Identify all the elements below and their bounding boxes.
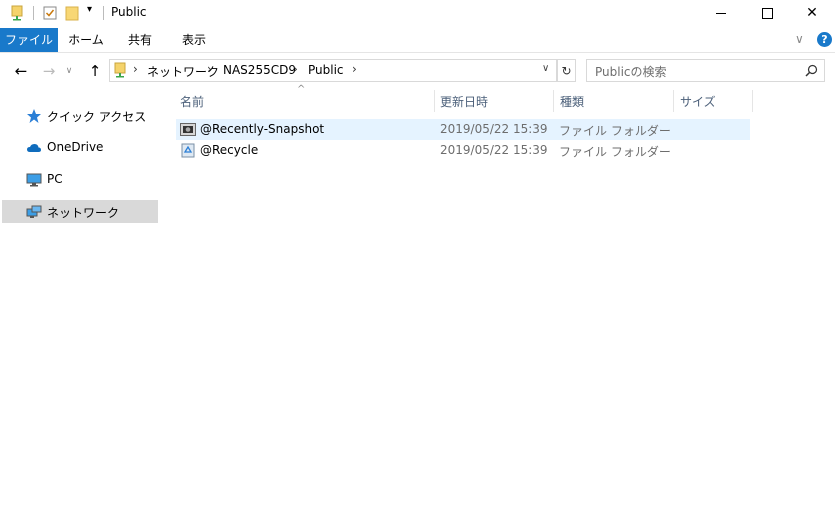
breadcrumb-nas[interactable]: NAS255CD9 (223, 63, 296, 77)
network-folder-icon (114, 62, 126, 78)
checkbox-icon[interactable] (43, 5, 57, 21)
properties-icon[interactable] (10, 5, 24, 21)
navigation-pane: クイック アクセス OneDrive PC ネットワーク (0, 92, 160, 531)
column-divider[interactable] (553, 90, 554, 112)
nav-item-onedrive[interactable]: OneDrive (2, 136, 158, 159)
network-icon (26, 205, 42, 218)
column-divider[interactable] (673, 90, 674, 112)
refresh-button[interactable]: ↻ (557, 59, 576, 82)
back-button[interactable]: ← (11, 62, 31, 80)
up-button[interactable]: ↑ (85, 62, 105, 80)
address-dropdown-icon[interactable]: ∨ (542, 63, 549, 74)
back-arrow-icon: ← (14, 62, 28, 80)
file-row[interactable]: @Recycle 2019/05/22 15:39 ファイル フォルダー (176, 140, 750, 161)
help-icon[interactable]: ? (817, 32, 832, 47)
breadcrumb-separator-icon[interactable]: › (352, 62, 357, 76)
maximize-icon (761, 7, 773, 19)
file-name: @Recently-Snapshot (200, 122, 325, 136)
up-arrow-icon: ↑ (88, 62, 102, 80)
nav-item-label: クイック アクセス (47, 110, 147, 124)
forward-arrow-icon: → (42, 62, 56, 80)
tab-share[interactable]: 共有 (118, 28, 162, 52)
close-button[interactable]: ✕ (789, 0, 835, 26)
address-bar[interactable]: › ネットワーク › NAS255CD9 › Public › ∨ (109, 59, 557, 82)
file-row[interactable]: @Recently-Snapshot 2019/05/22 15:39 ファイル… (176, 119, 750, 140)
breadcrumb-separator-icon[interactable]: › (133, 62, 138, 76)
tab-home[interactable]: ホーム (64, 28, 108, 52)
close-icon: ✕ (806, 5, 818, 21)
search-box[interactable]: Publicの検索 (586, 59, 825, 82)
column-header-name[interactable]: 名前 (180, 92, 204, 112)
new-folder-icon[interactable] (65, 5, 79, 21)
cloud-icon (27, 144, 41, 152)
forward-button[interactable]: → (39, 62, 59, 80)
chevron-down-icon: ∨ (65, 66, 73, 76)
breadcrumb-public[interactable]: Public (308, 63, 344, 77)
nav-item-label: PC (47, 172, 63, 186)
nav-item-network[interactable]: ネットワーク (2, 200, 158, 223)
monitor-icon (26, 173, 42, 187)
title-bar: ▾ Public ✕ (0, 0, 835, 26)
recent-locations-button[interactable]: ∨ (63, 62, 75, 80)
search-icon[interactable] (805, 64, 818, 77)
qa-divider (33, 6, 34, 20)
file-name: @Recycle (200, 143, 259, 157)
refresh-icon: ↻ (561, 63, 572, 78)
breadcrumb-separator-icon[interactable]: › (207, 62, 212, 76)
qa-customize-icon[interactable]: ▾ (87, 4, 92, 15)
tab-file[interactable]: ファイル (0, 28, 58, 52)
column-header-size[interactable]: サイズ (680, 92, 716, 112)
ribbon-expand-icon[interactable]: ∨ (795, 32, 804, 46)
breadcrumb-separator-icon[interactable]: › (293, 62, 298, 76)
maximize-button[interactable] (744, 0, 790, 26)
file-date: 2019/05/22 15:39 (440, 122, 548, 136)
nav-item-quick-access[interactable]: クイック アクセス (2, 104, 158, 127)
recycle-bin-icon (181, 143, 195, 158)
file-type: ファイル フォルダー (559, 145, 671, 159)
ribbon-tabs: ファイル ホーム 共有 表示 ∨ ? (0, 28, 835, 53)
nav-item-pc[interactable]: PC (2, 168, 158, 191)
column-header-type[interactable]: 種類 (560, 92, 584, 112)
nav-item-label: ネットワーク (47, 206, 120, 220)
column-divider[interactable] (752, 90, 753, 112)
snapshot-folder-icon (180, 123, 196, 136)
file-type: ファイル フォルダー (559, 124, 671, 138)
nav-item-label: OneDrive (47, 140, 104, 154)
file-date: 2019/05/22 15:39 (440, 143, 548, 157)
column-header-date[interactable]: 更新日時 (440, 92, 488, 112)
minimize-button[interactable] (698, 0, 744, 26)
title-divider (103, 6, 104, 20)
minimize-icon (716, 12, 726, 14)
window-title: Public (111, 5, 147, 19)
sort-ascending-icon: ^ (297, 84, 306, 95)
search-placeholder: Publicの検索 (595, 65, 667, 79)
star-icon (27, 109, 41, 123)
tab-view[interactable]: 表示 (172, 28, 216, 52)
column-divider[interactable] (434, 90, 435, 112)
